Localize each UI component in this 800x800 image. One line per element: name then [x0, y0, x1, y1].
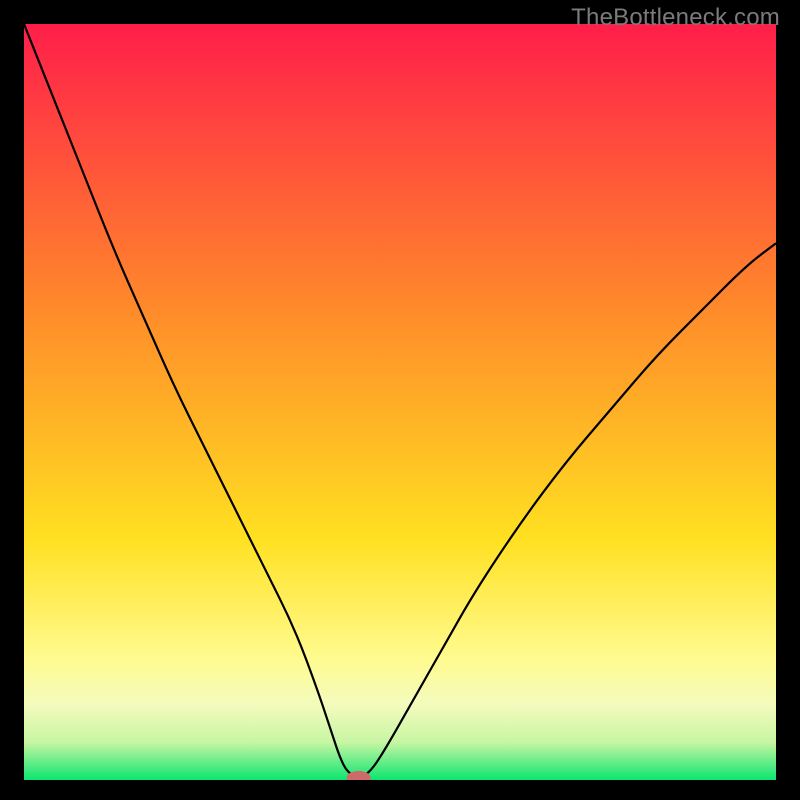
watermark-text: TheBottleneck.com [571, 4, 780, 32]
chart-frame: TheBottleneck.com [0, 0, 800, 800]
gradient-background [24, 24, 776, 780]
bottleneck-chart [24, 24, 776, 780]
